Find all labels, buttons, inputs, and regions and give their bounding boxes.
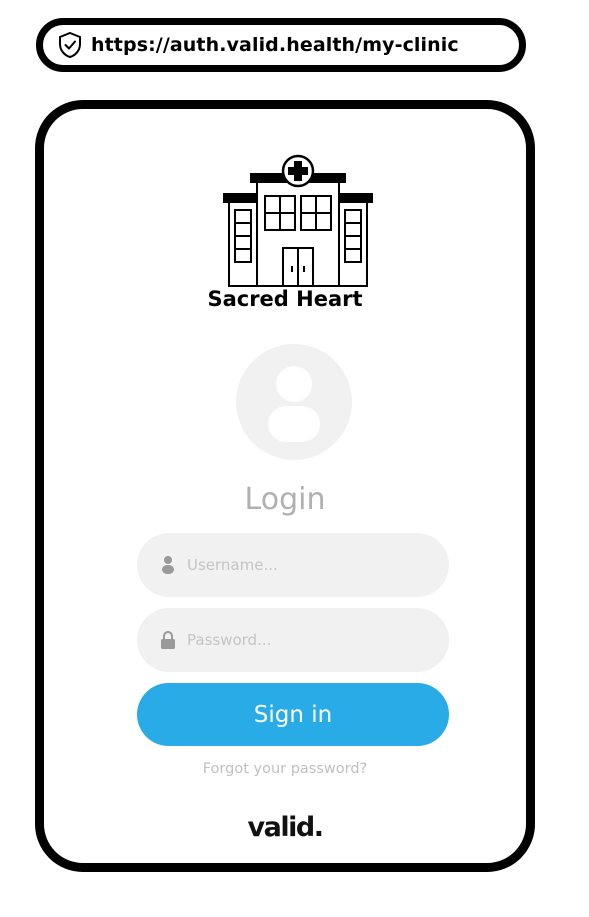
avatar-head [276,366,312,402]
shield-check-icon [59,31,81,59]
brand-logo: valid. [247,812,324,843]
password-field[interactable] [137,608,449,672]
sign-in-button[interactable]: Sign in [137,683,449,746]
avatar-body [268,406,320,442]
user-icon [162,556,174,574]
lock-icon [161,631,175,649]
user-avatar-icon [236,344,352,460]
hospital-building-icon [223,154,373,287]
clinic-name: Sacred Heart [207,287,363,311]
address-bar[interactable]: https://auth.valid.health/my-clinic [36,18,526,72]
password-input[interactable] [187,631,427,649]
login-card: Sacred Heart Login Sign in Forgot your p… [35,100,535,872]
forgot-password-link[interactable]: Forgot your password? [44,761,526,777]
username-field[interactable] [137,533,449,597]
username-input[interactable] [187,556,427,574]
login-title: Login [244,482,326,517]
url-text[interactable]: https://auth.valid.health/my-clinic [91,34,459,56]
